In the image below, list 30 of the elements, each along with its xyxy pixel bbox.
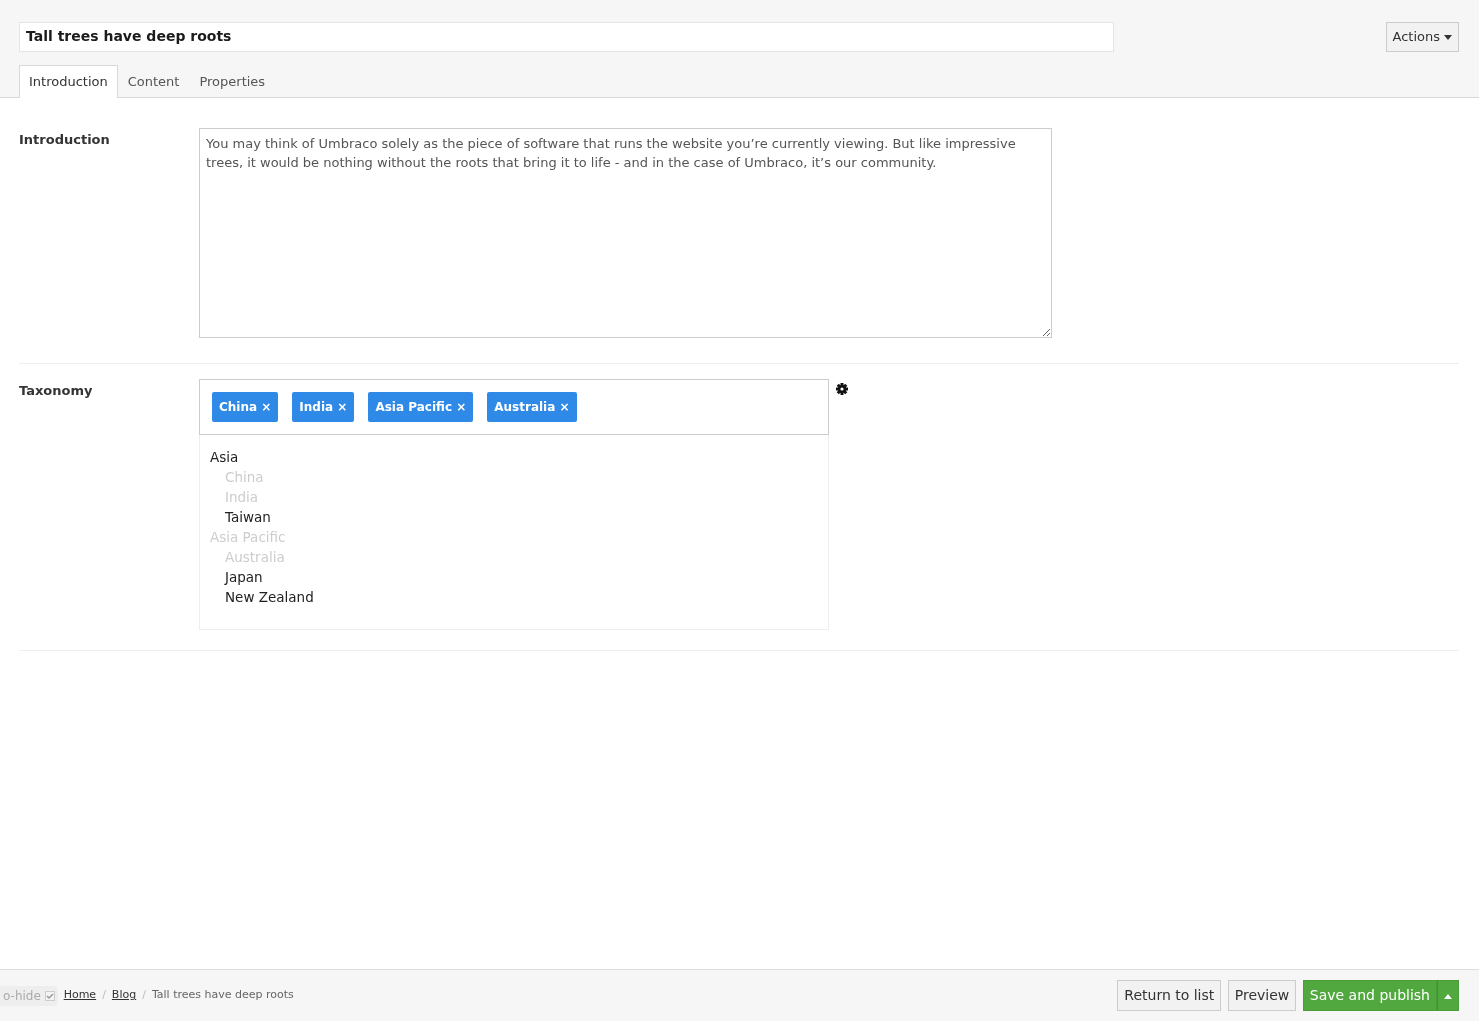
options-button[interactable] xyxy=(1437,980,1459,1011)
tag[interactable]: China × xyxy=(212,392,279,422)
breadcrumb-separator: / xyxy=(142,987,146,1004)
field-label: Taxonomy xyxy=(19,382,94,400)
footer-button[interactable]: Return to list xyxy=(1117,980,1222,1011)
breadcrumb-link[interactable]: Blog xyxy=(111,987,137,1004)
tab[interactable]: Introduction xyxy=(19,65,118,98)
remove-tag-button[interactable]: × xyxy=(337,400,348,414)
title-field[interactable]: Tall trees have deep roots xyxy=(19,22,1114,52)
remove-tag-button[interactable]: × xyxy=(559,400,570,414)
caret-icon xyxy=(1444,35,1452,40)
footer-button[interactable]: Preview xyxy=(1227,980,1297,1011)
caret-icon xyxy=(1444,993,1452,999)
checkbox[interactable] xyxy=(44,991,55,1001)
actions-button[interactable]: Actions xyxy=(1385,22,1459,52)
tab[interactable]: Content xyxy=(117,65,190,98)
field-label: Introduction xyxy=(19,130,111,149)
settings-icon[interactable] xyxy=(836,383,848,395)
breadcrumb-separator: / xyxy=(102,987,106,1004)
breadcrumb-current: Tall trees have deep roots xyxy=(151,987,294,1004)
tree-item[interactable]: Asia xyxy=(210,447,818,467)
remove-tag-button[interactable]: × xyxy=(456,400,467,414)
tab[interactable]: Properties xyxy=(189,65,276,98)
tree-item[interactable]: Taiwan xyxy=(210,507,818,527)
breadcrumb-link[interactable]: Home xyxy=(63,987,97,1004)
remove-tag-button[interactable]: × xyxy=(261,400,272,414)
tag[interactable]: India × xyxy=(292,392,355,422)
tag[interactable]: Asia Pacific × xyxy=(368,392,474,422)
text-area[interactable]: You may think of Umbraco solely as the piece of software that runs the website you’re currently viewing. But like impressive trees, it would be nothing without the roots that bring it to life - and in the case of Umbraco, it’s our community. xyxy=(199,127,1052,338)
tag[interactable]: Australia × xyxy=(487,392,577,422)
